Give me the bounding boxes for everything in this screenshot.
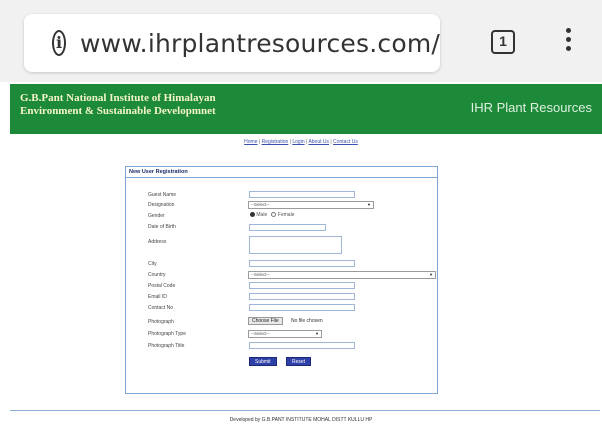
photo-type-select[interactable]: --Select-- ▼ <box>248 330 322 338</box>
gender-group: Male Female <box>250 212 294 218</box>
gender-male-radio[interactable] <box>250 212 255 218</box>
more-options-icon[interactable] <box>563 28 573 58</box>
gender-male-label: Male <box>256 212 268 218</box>
guest-name-label: Guest Name <box>148 192 177 198</box>
nav-about-link[interactable]: About Us <box>308 139 329 145</box>
tab-switcher-button[interactable]: 1 <box>491 30 515 54</box>
nav-separator: | <box>289 139 291 145</box>
row-photo-type: Photograph Type --Select-- ▼ <box>126 329 439 339</box>
city-label: City <box>148 261 157 267</box>
row-gender: Gender Male Female <box>126 211 439 221</box>
address-label: Address <box>148 239 167 245</box>
info-icon[interactable]: i <box>52 30 67 56</box>
city-input[interactable] <box>249 260 355 267</box>
registration-form: New User Registration Guest Name Designa… <box>125 166 438 394</box>
postal-code-input[interactable] <box>249 282 355 289</box>
row-photograph: Photograph Choose File No file chosen <box>126 317 439 327</box>
site-banner: G.B.Pant National Institute of Himalayan… <box>10 84 602 134</box>
nav-home-link[interactable]: Home <box>244 139 257 145</box>
chevron-down-icon: ▼ <box>367 202 371 207</box>
designation-value: --Select-- <box>251 202 270 207</box>
institute-title-line2: Environment & Sustainable Developmnet <box>20 105 216 117</box>
designation-label: Designation <box>148 202 175 208</box>
footer-text: Developed by G.B.PANT INSTITUTE MOHAL DI… <box>229 417 373 423</box>
address-bar[interactable]: i www.ihrplantresources.com/ <box>24 14 440 72</box>
country-value: --Select-- <box>251 272 270 277</box>
postal-code-label: Postal Code <box>148 283 176 289</box>
nav-separator: | <box>258 139 261 145</box>
dob-label: Date of Birth <box>148 224 176 230</box>
row-designation: Designation --Select-- ▼ <box>126 200 439 210</box>
row-dob: Date of Birth <box>126 222 439 232</box>
contact-label: Contact No <box>148 305 174 311</box>
address-textarea[interactable] <box>249 236 342 254</box>
photo-title-input[interactable] <box>249 342 355 349</box>
institute-title-line1: G.B.Pant National Institute of Himalayan <box>20 92 216 104</box>
gender-female-label: Female <box>277 212 295 218</box>
nav-registration-link[interactable]: Registration <box>262 139 289 145</box>
email-label: Email ID <box>148 294 167 300</box>
photo-title-label: Photograph Title <box>148 343 185 349</box>
site-name: IHR Plant Resources <box>470 100 592 115</box>
email-input[interactable] <box>249 293 355 300</box>
photograph-label: Photograph <box>148 319 174 325</box>
designation-select[interactable]: --Select-- ▼ <box>248 201 374 209</box>
nav-separator: | <box>330 139 332 145</box>
contact-input[interactable] <box>249 304 355 311</box>
nav-login-link[interactable]: Login <box>292 139 304 145</box>
chevron-down-icon: ▼ <box>315 331 319 336</box>
photo-type-label: Photograph Type <box>148 331 186 337</box>
top-navigation: Home | Registration | Login | About Us |… <box>0 139 602 145</box>
choose-file-button[interactable]: Choose File <box>248 317 283 325</box>
gender-female-radio[interactable] <box>271 212 277 218</box>
footer-divider <box>10 410 600 411</box>
nav-contact-link[interactable]: Contact Us <box>333 139 358 145</box>
row-guest-name: Guest Name <box>126 190 439 200</box>
browser-chrome: i www.ihrplantresources.com/ 1 <box>0 0 602 82</box>
photo-type-value: --Select-- <box>251 331 270 336</box>
file-status: No file chosen <box>291 318 323 324</box>
dob-input[interactable] <box>249 224 326 231</box>
gender-label: Gender <box>148 213 165 219</box>
institute-title: G.B.Pant National Institute of Himalayan… <box>20 92 300 118</box>
row-city: City <box>126 259 439 269</box>
row-email: Email ID <box>126 292 439 302</box>
form-title: New User Registration <box>126 167 437 178</box>
row-country: Country --Select-- ▼ <box>126 270 439 280</box>
row-address: Address <box>126 235 439 255</box>
chevron-down-icon: ▼ <box>429 272 433 277</box>
reset-button[interactable]: Reset <box>286 357 312 366</box>
row-postal-code: Postal Code <box>126 281 439 291</box>
url-text[interactable]: www.ihrplantresources.com/ <box>80 29 440 58</box>
country-label: Country <box>148 272 166 278</box>
web-page: G.B.Pant National Institute of Himalayan… <box>0 82 602 430</box>
guest-name-input[interactable] <box>249 191 355 198</box>
row-buttons: Submit Reset <box>126 357 439 367</box>
submit-button[interactable]: Submit <box>249 357 277 366</box>
row-contact: Contact No <box>126 303 439 313</box>
row-photo-title: Photograph Title <box>126 341 439 351</box>
country-select[interactable]: --Select-- ▼ <box>248 271 436 279</box>
